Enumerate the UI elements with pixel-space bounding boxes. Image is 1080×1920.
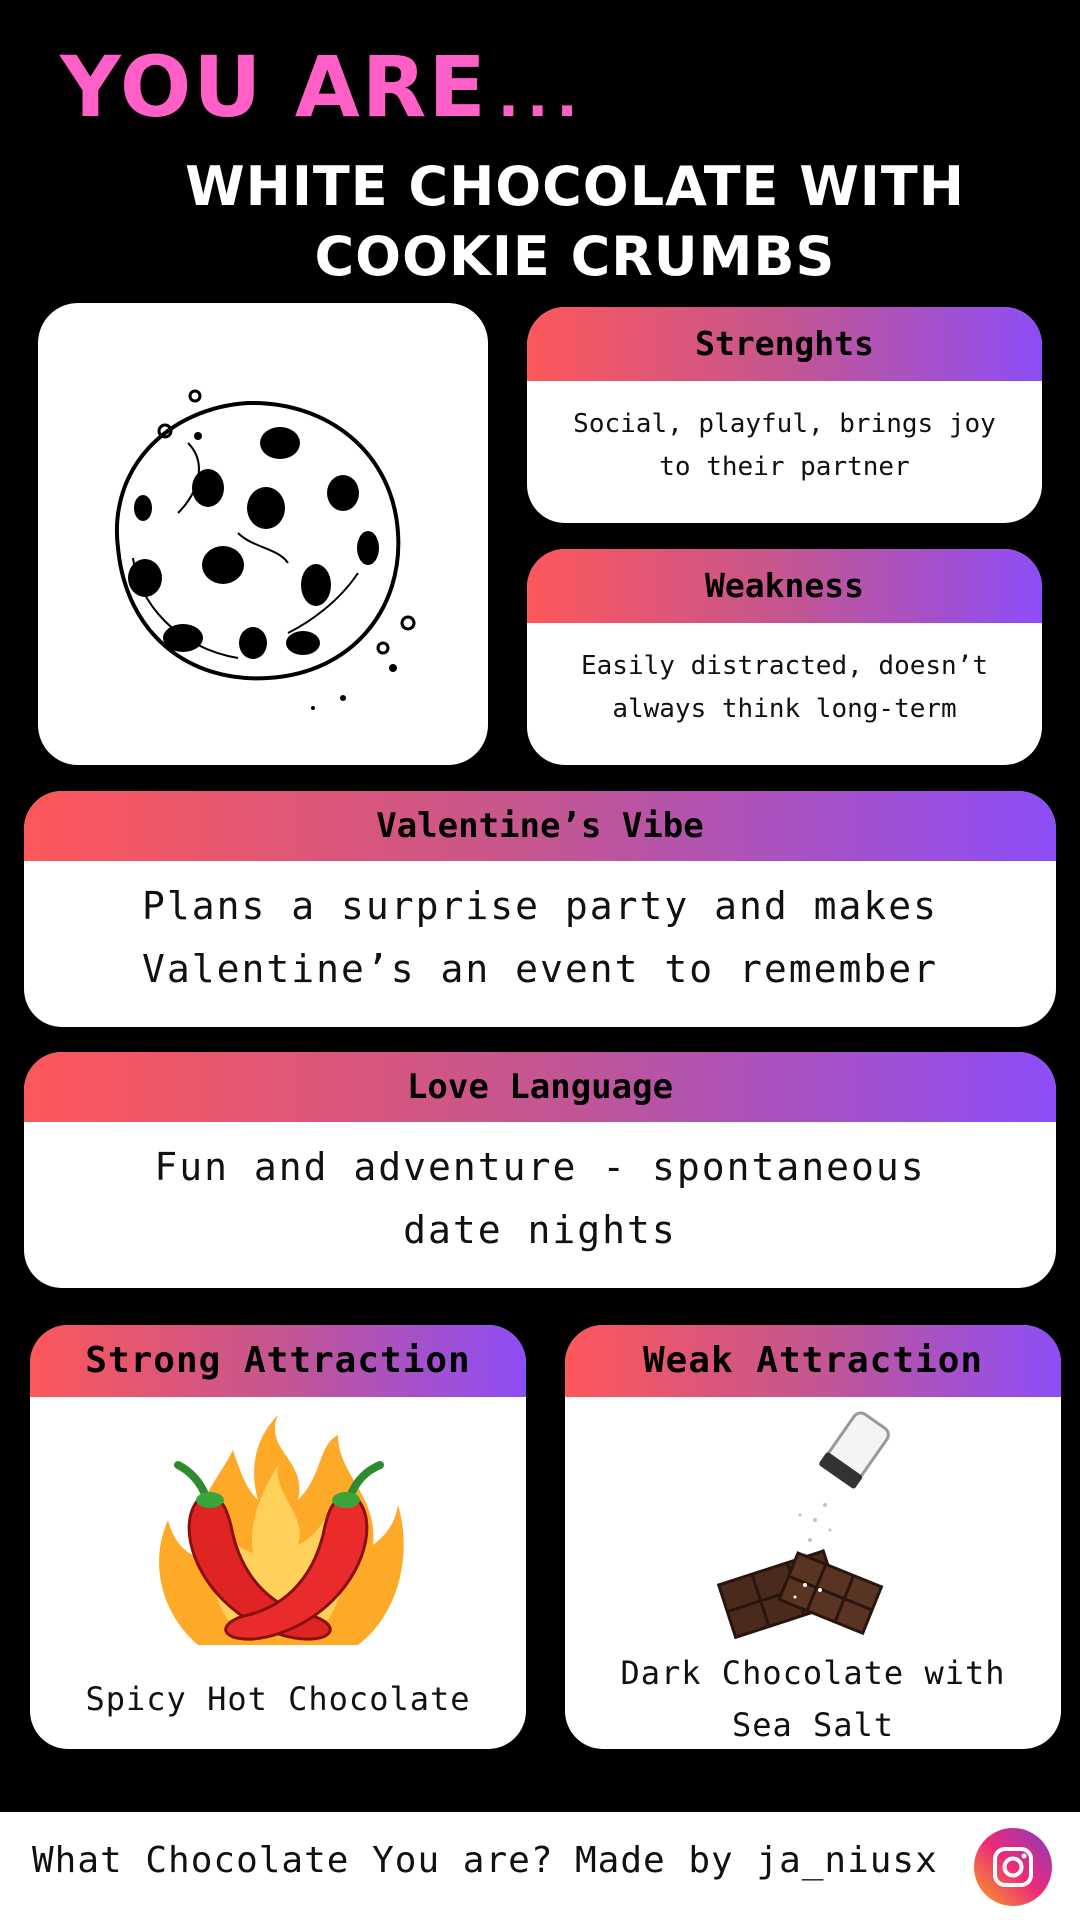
weak-caption-line-2: Sea Salt (731, 1706, 895, 1744)
result-name: WHITE CHOCOLATE WITH COOKIE CRUMBS (80, 152, 1070, 292)
weakness-title: Weakness (527, 549, 1042, 623)
love-language-title: Love Language (24, 1052, 1056, 1122)
strengths-line-1: Social, playful, brings joy (573, 409, 996, 439)
strengths-text: Social, playful, brings joy to their par… (527, 381, 1042, 489)
valentine-vibe-title: Valentine’s Vibe (24, 791, 1056, 861)
weak-caption-line-1: Dark Chocolate with (620, 1654, 1006, 1692)
love-language-line-1: Fun and adventure - spontaneous (154, 1145, 926, 1189)
footer-credit: Made by ja_niusx (575, 1840, 938, 1881)
valentine-vibe-text: Plans a surprise party and makes Valenti… (24, 861, 1056, 1001)
weakness-text: Easily distracted, doesn’t always think … (527, 623, 1042, 731)
love-language-line-2: date nights (403, 1208, 677, 1252)
instagram-icon[interactable] (974, 1828, 1052, 1906)
love-language-card: Love Language Fun and adventure - sponta… (24, 1052, 1056, 1288)
cookie-icon (114, 389, 416, 710)
strengths-line-2: to their partner (659, 452, 910, 482)
weakness-card: Weakness Easily distracted, doesn’t alwa… (527, 549, 1042, 765)
result-line-2: COOKIE CRUMBS (314, 225, 836, 288)
strong-attraction-caption: Spicy Hot Chocolate (85, 1680, 471, 1718)
result-line-1: WHITE CHOCOLATE WITH (185, 155, 965, 218)
strengths-title: Strenghts (527, 307, 1042, 381)
title-dots: ... (497, 65, 586, 130)
weakness-line-1: Easily distracted, doesn’t (581, 651, 988, 681)
weak-attraction-title: Weak Attraction (565, 1325, 1061, 1397)
valentine-vibe-card: Valentine’s Vibe Plans a surprise party … (24, 791, 1056, 1027)
strengths-card: Strenghts Social, playful, brings joy to… (527, 307, 1042, 523)
cookie-image-box (38, 303, 488, 765)
weak-attraction-card: Weak Attraction Dark Chocolate with Sea … (565, 1325, 1061, 1749)
footer-bar: What Chocolate You are? Made by ja_niusx (0, 1812, 1080, 1920)
strong-attraction-title: Strong Attraction (30, 1325, 526, 1397)
weakness-line-2: always think long-term (612, 694, 957, 724)
footer-question: What Chocolate You are? (32, 1840, 554, 1881)
chocolate-salt-icon (716, 1411, 890, 1640)
strong-attraction-card: Strong Attraction Spicy Hot Chocolate (30, 1325, 526, 1749)
valentine-line-1: Plans a surprise party and makes (141, 884, 939, 928)
chili-flame-icon (159, 1415, 404, 1645)
love-language-text: Fun and adventure - spontaneous date nig… (24, 1122, 1056, 1262)
title-text: YOU ARE (60, 38, 488, 136)
page-title: YOU ARE... (60, 45, 586, 129)
weak-attraction-caption: Dark Chocolate with Sea Salt (565, 1647, 1061, 1749)
valentine-line-2: Valentine’s an event to remember (141, 947, 939, 991)
